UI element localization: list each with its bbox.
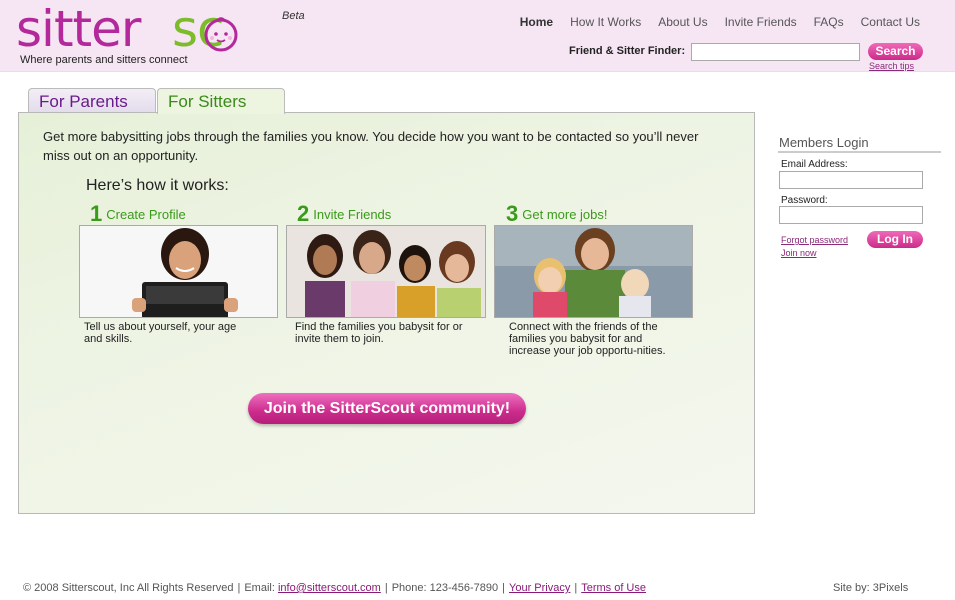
top-nav: Home How It Works About Us Invite Friend… (503, 15, 920, 29)
step-1-number: 1 (90, 201, 103, 226)
nav-about-us[interactable]: About Us (658, 15, 707, 29)
forgot-password-link[interactable]: Forgot password (781, 235, 848, 245)
step-2-number: 2 (297, 201, 310, 226)
site-header: sitter scut Beta Where parents and sitte… (0, 0, 955, 154)
footer: © 2008 Sitterscout, Inc All Rights Reser… (23, 582, 646, 594)
sitter-with-children-illustration (495, 226, 692, 317)
search-tips-link[interactable]: Search tips (869, 61, 914, 71)
step-2-label: Invite Friends (313, 207, 392, 222)
step-3-description: Connect with the friends of the families… (509, 321, 666, 357)
footer-separator: | (574, 582, 578, 594)
site-credits: Site by: 3Pixels (833, 582, 909, 594)
group-of-women-illustration (287, 226, 485, 317)
nav-faqs[interactable]: FAQs (814, 15, 844, 29)
how-it-works-heading: Here’s how it works: (86, 177, 229, 194)
step-1-image (79, 225, 278, 318)
baby-face-icon (204, 17, 238, 52)
terms-link[interactable]: Terms of Use (581, 582, 646, 594)
login-button[interactable]: Log In (867, 231, 923, 248)
step-2-title: 2 Invite Friends (297, 201, 391, 227)
step-3-image (494, 225, 693, 318)
logo-sitter-text: sitter (16, 0, 141, 58)
password-field[interactable] (779, 206, 923, 224)
main-panel: Get more babysitting jobs through the fa… (18, 112, 755, 514)
beta-label: Beta (282, 10, 305, 22)
footer-phone: Phone: 123-456-7890 (391, 582, 499, 594)
nav-invite-friends[interactable]: Invite Friends (725, 15, 797, 29)
step-1-label: Create Profile (106, 207, 186, 222)
tagline: Where parents and sitters connect (20, 54, 188, 66)
step-2-description: Find the families you babysit for or inv… (295, 321, 463, 345)
password-label: Password: (781, 195, 828, 206)
copyright-text: © 2008 Sitterscout, Inc All Rights Reser… (23, 582, 234, 594)
email-prefix: Email: (244, 582, 275, 594)
footer-separator: | (384, 582, 388, 594)
footer-separator: | (502, 582, 505, 594)
girl-with-laptop-illustration (80, 226, 277, 317)
nav-contact-us[interactable]: Contact Us (861, 15, 920, 29)
search-button[interactable]: Search (868, 43, 923, 60)
tab-for-parents[interactable]: For Parents (28, 88, 156, 113)
intro-text: Get more babysitting jobs through the fa… (43, 129, 699, 163)
footer-separator: | (237, 582, 241, 594)
step-3-number: 3 (506, 201, 519, 226)
tab-for-sitters[interactable]: For Sitters (157, 88, 285, 114)
email-label: Email Address: (781, 159, 848, 170)
finder-label: Friend & Sitter Finder: (569, 45, 686, 57)
members-login-title: Members Login (779, 135, 869, 150)
privacy-link[interactable]: Your Privacy (509, 582, 570, 594)
email-field[interactable] (779, 171, 923, 189)
footer-email-link[interactable]: info@sitterscout.com (278, 582, 381, 594)
login-divider (778, 151, 941, 153)
join-community-button[interactable]: Join the SitterScout community! (248, 393, 526, 424)
step-2-image (286, 225, 486, 318)
finder-search-input[interactable] (691, 43, 860, 61)
step-1-title: 1 Create Profile (90, 201, 186, 227)
nav-how-it-works[interactable]: How It Works (570, 15, 641, 29)
step-3-label: Get more jobs! (522, 207, 608, 222)
nav-home[interactable]: Home (520, 15, 553, 29)
join-now-link[interactable]: Join now (781, 248, 817, 258)
step-3-title: 3 Get more jobs! (506, 201, 608, 227)
step-1-description: Tell us about yourself, your age and ski… (84, 321, 237, 345)
